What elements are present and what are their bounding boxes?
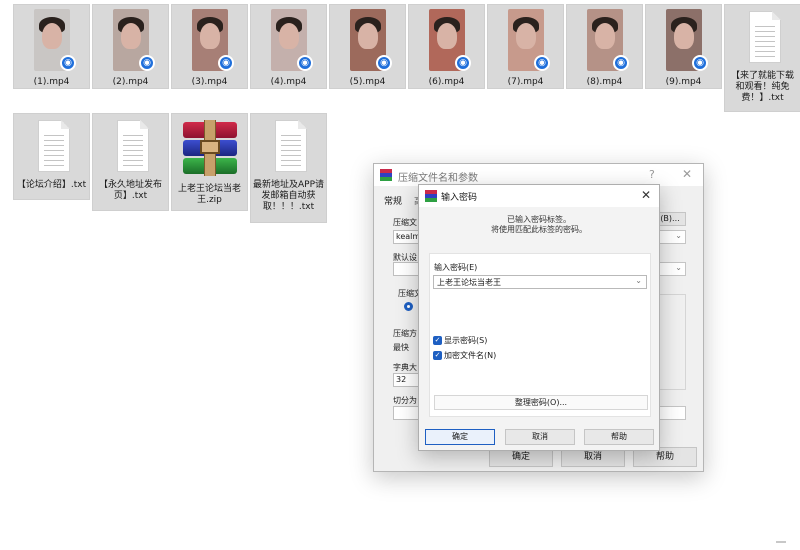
video-player-icon: ◉ xyxy=(297,55,313,71)
file-name: (6).mp4 xyxy=(428,77,465,87)
file-item[interactable]: ◉ (2).mp4 xyxy=(92,4,169,89)
organize-passwords-button[interactable]: 整理密码(O)... xyxy=(434,395,648,410)
format-radio[interactable] xyxy=(404,302,413,311)
split-volume-label: 切分为 xyxy=(393,396,417,405)
archive-name-label: 压缩文 xyxy=(393,218,417,227)
dictionary-size-value: 32 xyxy=(396,375,407,384)
file-name: (9).mp4 xyxy=(665,77,702,87)
chevron-down-icon: ⌄ xyxy=(675,263,682,272)
dictionary-size-label: 字典大 xyxy=(393,363,417,372)
password-label: 输入密码(E) xyxy=(434,263,478,272)
winrar-archive-icon xyxy=(177,120,243,176)
dialog-title: 压缩文件名和参数 xyxy=(398,173,478,184)
dialog-titlebar[interactable]: 输入密码 ✕ xyxy=(419,185,659,207)
file-item[interactable]: ◉ (8).mp4 xyxy=(566,4,643,89)
close-icon[interactable]: ✕ xyxy=(641,188,651,202)
file-name: 【来了就能下载和观看！纯免费！】.txt xyxy=(730,71,794,103)
file-name: (8).mp4 xyxy=(586,77,623,87)
file-item[interactable]: ◉ (3).mp4 xyxy=(171,4,248,89)
file-item[interactable]: ◉ (4).mp4 xyxy=(250,4,327,89)
video-player-icon: ◉ xyxy=(376,55,392,71)
winrar-app-icon xyxy=(425,190,437,202)
file-name: 最新地址及APP请发邮箱自动获取！！！.txt xyxy=(253,180,325,212)
file-item[interactable]: ◉ (6).mp4 xyxy=(408,4,485,89)
close-icon[interactable]: ✕ xyxy=(682,167,692,181)
file-name: 上老王论坛当老王.zip xyxy=(177,184,241,205)
help-icon[interactable]: ? xyxy=(649,168,655,181)
enter-password-dialog: 输入密码 ✕ 已输入密码标签。 将使用匹配此标签的密码。 输入密码(E) 上老王… xyxy=(418,184,660,451)
dialog-title: 输入密码 xyxy=(441,193,478,203)
video-player-icon: ◉ xyxy=(613,55,629,71)
chevron-down-icon: ⌄ xyxy=(675,231,682,240)
winrar-app-icon xyxy=(380,169,392,181)
info-line: 将使用匹配此标签的密码。 xyxy=(491,225,587,234)
file-item[interactable]: ◉ (1).mp4 xyxy=(13,4,90,89)
video-player-icon: ◉ xyxy=(455,55,471,71)
file-item[interactable]: ◉ (9).mp4 xyxy=(645,4,722,89)
file-name: (3).mp4 xyxy=(191,77,228,87)
help-button[interactable]: 帮助 xyxy=(584,429,654,445)
checkbox-checked-icon: ✓ xyxy=(433,351,442,360)
file-item[interactable]: ◉ (7).mp4 xyxy=(487,4,564,89)
resize-grip[interactable] xyxy=(776,541,786,543)
file-name: 【论坛介绍】.txt xyxy=(16,180,87,190)
file-name: (4).mp4 xyxy=(270,77,307,87)
password-value: 上老王论坛当老王 xyxy=(437,278,501,287)
video-player-icon: ◉ xyxy=(534,55,550,71)
encrypt-filenames-checkbox[interactable]: ✓ 加密文件名(N) xyxy=(433,351,496,361)
file-item[interactable]: ◉ (5).mp4 xyxy=(329,4,406,89)
text-document-icon xyxy=(275,120,307,172)
compression-method-value[interactable]: 最快 xyxy=(393,342,409,353)
file-item[interactable]: 【永久地址发布页】.txt xyxy=(92,113,169,211)
video-player-icon: ◉ xyxy=(218,55,234,71)
cancel-button[interactable]: 取消 xyxy=(505,429,575,445)
dialog-titlebar[interactable]: 压缩文件名和参数 ? ✕ xyxy=(374,164,703,186)
text-document-icon xyxy=(117,120,149,172)
text-document-icon xyxy=(38,120,70,172)
text-document-icon xyxy=(749,11,781,63)
video-player-icon: ◉ xyxy=(692,55,708,71)
file-item[interactable]: 【来了就能下载和观看！纯免费！】.txt xyxy=(724,4,800,112)
ok-button[interactable]: 确定 xyxy=(425,429,495,445)
password-panel: 输入密码(E) 上老王论坛当老王 ⌄ ✓ 显示密码(S) ✓ 加密文件名(N) 整理… xyxy=(429,253,651,417)
tab-general[interactable]: 常规 xyxy=(384,194,402,207)
file-item[interactable]: 上老王论坛当老王.zip xyxy=(171,113,248,211)
show-password-checkbox[interactable]: ✓ 显示密码(S) xyxy=(433,336,487,346)
show-password-label: 显示密码(S) xyxy=(444,336,488,345)
compression-method-label: 压缩方 xyxy=(393,329,417,338)
password-info-text: 已输入密码标签。 将使用匹配此标签的密码。 xyxy=(419,215,659,235)
video-player-icon: ◉ xyxy=(60,55,76,71)
file-name: (1).mp4 xyxy=(33,77,70,87)
info-line: 已输入密码标签。 xyxy=(507,215,571,224)
file-item[interactable]: 【论坛介绍】.txt xyxy=(13,113,90,200)
file-name: (2).mp4 xyxy=(112,77,149,87)
checkbox-checked-icon: ✓ xyxy=(433,336,442,345)
encrypt-filenames-label: 加密文件名(N) xyxy=(444,351,497,360)
file-name: (5).mp4 xyxy=(349,77,386,87)
password-input[interactable]: 上老王论坛当老王 ⌄ xyxy=(433,275,647,289)
file-name: (7).mp4 xyxy=(507,77,544,87)
chevron-down-icon[interactable]: ⌄ xyxy=(635,276,642,285)
file-item[interactable]: 最新地址及APP请发邮箱自动获取！！！.txt xyxy=(250,113,327,223)
file-name: 【永久地址发布页】.txt xyxy=(98,180,162,201)
video-player-icon: ◉ xyxy=(139,55,155,71)
